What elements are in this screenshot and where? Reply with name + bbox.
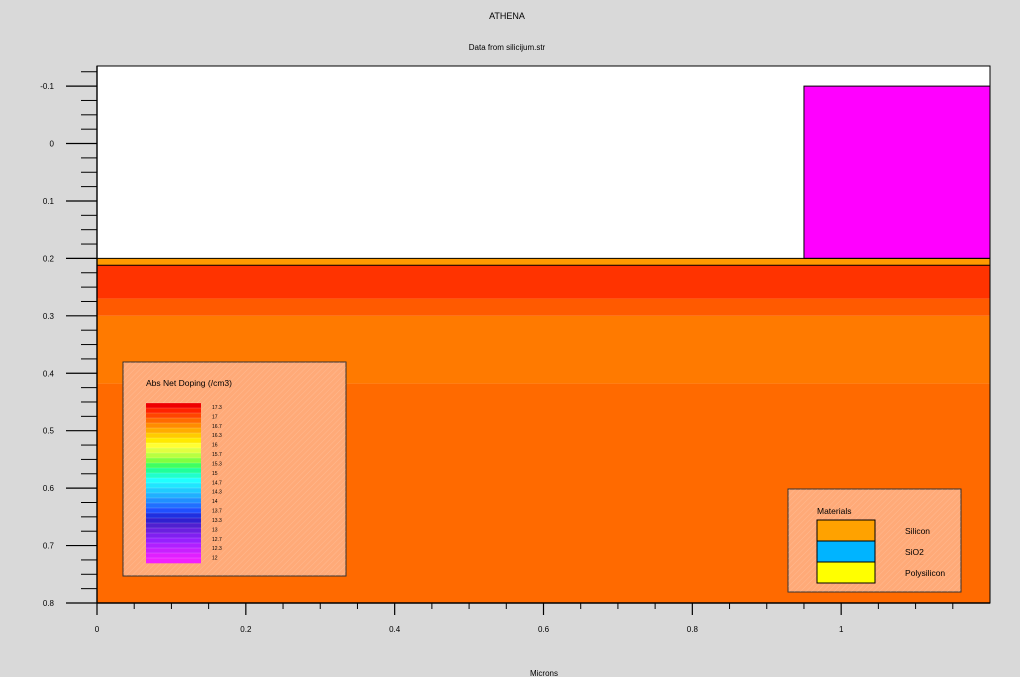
doping-legend-title: Abs Net Doping (/cm3) — [146, 378, 232, 388]
doping-color-swatch — [146, 518, 201, 524]
doping-color-swatch — [146, 403, 201, 409]
doping-color-swatch — [146, 418, 201, 424]
doping-color-swatch — [146, 553, 201, 559]
doping-color-swatch — [146, 533, 201, 539]
y-tick-label: 0.8 — [43, 599, 55, 608]
y-tick-label: 0.4 — [43, 369, 55, 378]
doping-color-swatch — [146, 498, 201, 504]
doping-color-swatch — [146, 488, 201, 494]
doping-color-swatch — [146, 483, 201, 489]
doping-colorbar-label: 13.3 — [212, 518, 222, 524]
y-tick-label: 0 — [50, 140, 55, 149]
doping-color-swatch — [146, 468, 201, 474]
materials-legend: Materials Silicon SiO2 Polysilicon — [787, 488, 962, 593]
polysilicon-region — [803, 85, 991, 259]
doping-color-swatch — [146, 503, 201, 509]
doping-colorbar-label: 15.7 — [212, 452, 222, 458]
doping-colorbar-label: 12.3 — [212, 546, 222, 552]
doping-color-swatch — [146, 473, 201, 479]
doping-color-swatch — [146, 458, 201, 464]
doping-color-swatch — [146, 558, 201, 564]
doping-color-swatch — [146, 448, 201, 454]
doping-band — [97, 298, 990, 316]
doping-color-swatch — [146, 523, 201, 529]
doping-color-swatch — [146, 438, 201, 444]
doping-legend: Abs Net Doping (/cm3) 17.3 17 16.7 16.3 16 15… — [122, 361, 347, 577]
material-label: SiO2 — [905, 547, 924, 557]
y-tick-label: -0.1 — [40, 82, 54, 91]
x-tick-label: 0.2 — [240, 625, 252, 634]
doping-band — [97, 258, 990, 266]
material-swatch — [816, 540, 876, 563]
doping-colorbar-label: 14.7 — [212, 480, 222, 486]
material-label: Polysilicon — [905, 568, 945, 578]
doping-colorbar-label: 14 — [212, 499, 218, 505]
chart-title: ATHENA — [489, 11, 525, 21]
doping-color-swatch — [146, 423, 201, 429]
x-tick-label: 0 — [95, 625, 100, 634]
doping-colorbar-label: 17.3 — [212, 405, 222, 411]
doping-colorbar-label: 12 — [212, 556, 218, 562]
doping-colorbar-label: 16.3 — [212, 433, 222, 439]
doping-color-swatch — [146, 433, 201, 439]
doping-colorbar-label: 13 — [212, 527, 218, 533]
x-tick-label: 0.8 — [687, 625, 699, 634]
doping-colorbar-label: 12.7 — [212, 537, 222, 543]
doping-color-swatch — [146, 508, 201, 514]
doping-colorbar-labels: 17.3 17 16.7 16.3 16 15.7 15.3 15 14.7 14.3 14 13.7… — [212, 405, 222, 562]
doping-color-swatch — [146, 493, 201, 499]
x-tick-label: 0.4 — [389, 625, 401, 634]
doping-band — [97, 265, 990, 299]
doping-color-swatch — [146, 443, 201, 449]
doping-color-swatch — [146, 413, 201, 419]
material-swatch — [816, 561, 876, 584]
y-tick-label: 0.1 — [43, 197, 55, 206]
doping-color-swatch — [146, 548, 201, 554]
doping-color-swatch — [146, 408, 201, 414]
material-label: Silicon — [905, 526, 930, 536]
doping-color-swatch — [146, 463, 201, 469]
x-tick-label: 0.6 — [538, 625, 550, 634]
material-swatch — [816, 519, 876, 542]
doping-color-swatch — [146, 478, 201, 484]
y-tick-label: 0.3 — [43, 312, 55, 321]
doping-colorbar-label: 15.3 — [212, 461, 222, 467]
chart-subtitle: Data from silicijum.str — [469, 43, 546, 52]
doping-colorbar-label: 16.7 — [212, 424, 222, 430]
x-axis-label: Microns — [530, 669, 558, 677]
y-tick-label: 0.6 — [43, 484, 55, 493]
doping-color-swatch — [146, 538, 201, 544]
doping-color-swatch — [146, 543, 201, 549]
x-tick-label: 1 — [839, 625, 844, 634]
y-tick-label: 0.2 — [43, 254, 55, 263]
materials-legend-title: Materials — [817, 506, 851, 516]
doping-colorbar-label: 16 — [212, 443, 218, 449]
y-tick-label: 0.7 — [43, 542, 55, 551]
doping-color-swatch — [146, 428, 201, 434]
doping-colorbar-label: 14.3 — [212, 490, 222, 496]
doping-colorbar-label: 13.7 — [212, 509, 222, 515]
doping-color-swatch — [146, 528, 201, 534]
doping-color-swatch — [146, 453, 201, 459]
doping-colorbar — [146, 402, 201, 564]
doping-color-swatch — [146, 513, 201, 519]
doping-colorbar-label: 17 — [212, 414, 218, 420]
chart-canvas: ATHENA Data from silicijum.str -0.1 0 0.1 0… — [40, 11, 991, 677]
doping-colorbar-label: 15 — [212, 471, 218, 477]
y-tick-label: 0.5 — [43, 427, 55, 436]
